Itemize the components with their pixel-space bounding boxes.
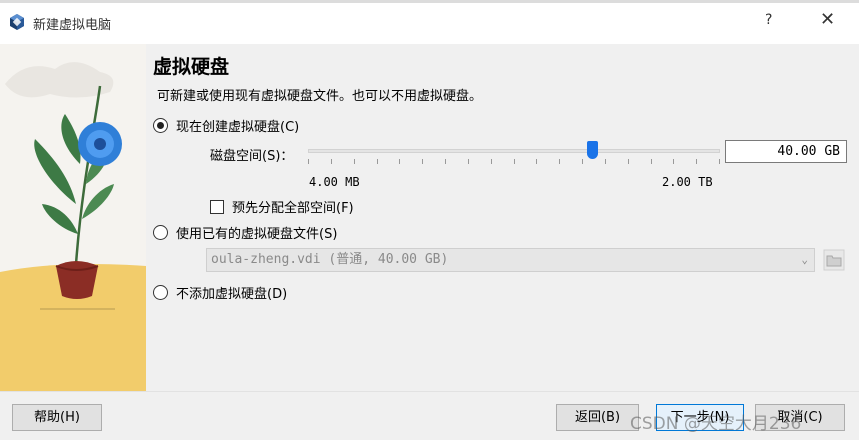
radio-indicator[interactable]: [153, 225, 168, 240]
wizard-content: 虚拟硬盘 可新建或使用现有虚拟硬盘文件。也可以不用虚拟硬盘。 现在创建虚拟硬盘(…: [146, 44, 859, 391]
slider-tick: [559, 159, 560, 164]
next-button[interactable]: 下一步(N): [656, 404, 744, 431]
slider-tick: [628, 159, 629, 164]
slider-tick: [719, 159, 720, 164]
virtualbox-icon: [10, 14, 24, 30]
slider-tick: [377, 159, 378, 164]
back-button[interactable]: 返回(B): [556, 404, 639, 431]
chevron-down-icon: ⌄: [801, 253, 808, 266]
page-title: 虚拟硬盘: [153, 56, 230, 78]
slider-max-label: 2.00 TB: [662, 175, 713, 189]
radio-label: 现在创建虚拟硬盘(C): [176, 120, 300, 135]
radio-use-existing-disk[interactable]: 使用已有的虚拟硬盘文件(S): [153, 223, 337, 242]
slider-tick: [354, 159, 355, 164]
disk-size-label: 磁盘空间(S)：: [210, 149, 294, 164]
help-icon[interactable]: ?: [765, 12, 772, 28]
close-icon[interactable]: ✕: [820, 9, 835, 30]
page-description: 可新建或使用现有虚拟硬盘文件。也可以不用虚拟硬盘。: [157, 89, 483, 104]
disk-size-slider[interactable]: [308, 141, 720, 165]
folder-icon[interactable]: [823, 249, 845, 271]
radio-label: 不添加虚拟硬盘(D): [176, 287, 288, 302]
radio-create-new-disk[interactable]: 现在创建虚拟硬盘(C): [153, 116, 299, 135]
slider-tick: [331, 159, 332, 164]
slider-tick: [491, 159, 492, 164]
wizard-illustration: [0, 44, 146, 391]
button-bar: 帮助(H) 返回(B) 下一步(N) 取消(C): [0, 391, 859, 440]
slider-tick: [422, 159, 423, 164]
slider-tick: [536, 159, 537, 164]
checkbox-box[interactable]: [210, 199, 224, 214]
plant-illustration: [0, 44, 146, 391]
radio-no-disk[interactable]: 不添加虚拟硬盘(D): [153, 283, 287, 302]
slider-tick: [308, 159, 309, 164]
slider-tick: [673, 159, 674, 164]
slider-ticks: [308, 159, 720, 165]
disk-size-input[interactable]: 40.00 GB: [725, 140, 847, 163]
slider-min-label: 4.00 MB: [309, 175, 360, 189]
slider-tick: [651, 159, 652, 164]
radio-indicator[interactable]: [153, 118, 168, 133]
cancel-button[interactable]: 取消(C): [755, 404, 845, 431]
slider-tick: [514, 159, 515, 164]
existing-disk-select[interactable]: oula-zheng.vdi (普通, 40.00 GB) ⌄: [206, 248, 815, 272]
help-button[interactable]: 帮助(H): [12, 404, 102, 431]
slider-thumb[interactable]: [587, 141, 598, 159]
slider-tick: [399, 159, 400, 164]
slider-tick: [468, 159, 469, 164]
radio-indicator[interactable]: [153, 285, 168, 300]
preallocate-checkbox[interactable]: 预先分配全部空间(F): [210, 197, 354, 216]
slider-tick: [605, 159, 606, 164]
window-title: 新建虚拟电脑: [33, 18, 112, 33]
slider-tick: [582, 159, 583, 164]
slider-tick: [696, 159, 697, 164]
title-bar: 新建虚拟电脑 ? ✕: [0, 0, 859, 44]
top-strip: [0, 0, 859, 3]
radio-label: 使用已有的虚拟硬盘文件(S): [176, 227, 338, 242]
existing-disk-value: oula-zheng.vdi (普通, 40.00 GB): [211, 252, 449, 267]
slider-tick: [445, 159, 446, 164]
slider-track[interactable]: [308, 149, 720, 153]
checkbox-label: 预先分配全部空间(F): [232, 201, 354, 216]
